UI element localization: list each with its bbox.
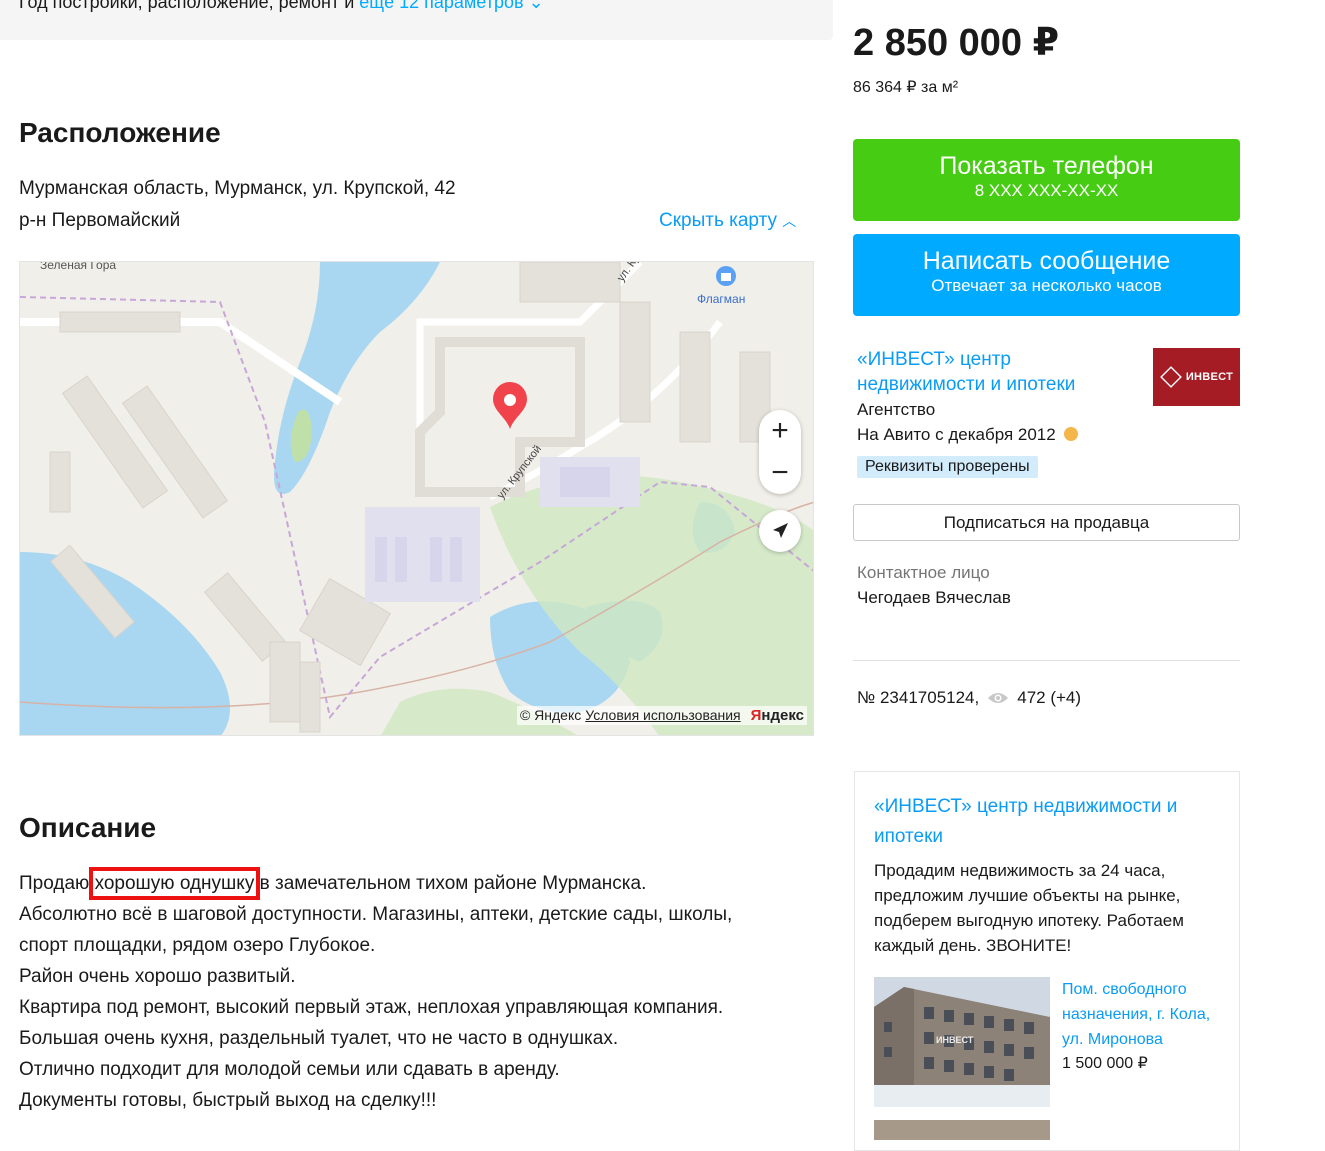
listing-price: 1 500 000 ₽ bbox=[1062, 1055, 1148, 1072]
yandex-logo[interactable]: Яндекс bbox=[751, 707, 804, 724]
map-label-poi: Флагман bbox=[697, 292, 746, 306]
map-label-area: Зелёная Гора bbox=[40, 261, 117, 272]
ad-number: № 2341705124, bbox=[857, 688, 980, 707]
eye-icon bbox=[988, 693, 1009, 703]
description-title: Описание bbox=[19, 812, 157, 843]
zoom-out-button[interactable]: − bbox=[759, 452, 801, 494]
contact-name: Чегодаев Вячеслав bbox=[857, 588, 1011, 607]
chevron-up-icon: ︿ bbox=[782, 213, 797, 229]
description-line: Абсолютно всё в шаговой доступности. Маг… bbox=[19, 904, 733, 925]
params-summary-text: Год постройки, расположение, ремонт и bbox=[19, 0, 355, 12]
district: р-н Первомайский bbox=[19, 210, 181, 231]
map-copyright: © Яндекс bbox=[519, 707, 582, 723]
seller-name-link[interactable]: «ИНВЕСТ» центр недвижимости и ипотеки bbox=[857, 347, 1117, 397]
cube-logo-icon bbox=[1159, 366, 1182, 388]
price: 2 850 000 ₽ bbox=[853, 22, 1060, 64]
show-phone-label: Показать телефон bbox=[939, 152, 1154, 180]
thumbnail-watermark: ИНВЕСТ bbox=[936, 1035, 974, 1045]
navigation-arrow-icon bbox=[773, 523, 788, 538]
promo-text: Продадим недвижимость за 24 часа, предло… bbox=[874, 861, 1184, 955]
description-line: Большая очень кухня, раздельный туалет, … bbox=[19, 1028, 619, 1049]
seller-type: Агентство bbox=[857, 400, 936, 419]
phone-number-masked: 8 XXX XXX-XX-XX bbox=[974, 181, 1119, 200]
geolocation-button[interactable] bbox=[759, 510, 801, 552]
seller-logo[interactable]: ИНВЕСТ bbox=[1153, 348, 1240, 406]
contact-label: Контактное лицо bbox=[857, 563, 990, 582]
more-params-link[interactable]: ещё 12 параметров ⌄ bbox=[359, 0, 543, 12]
divider bbox=[853, 660, 1240, 661]
write-message-button[interactable]: Написать сообщение Отвечает за несколько… bbox=[853, 234, 1240, 316]
map-attribution: © Яндекс Условия использования Яндекс bbox=[516, 706, 807, 725]
description-line: Продаю хорошую однушку в замечательном т… bbox=[19, 867, 647, 900]
highlighted-phrase: хорошую однушку bbox=[88, 867, 261, 900]
description-line: Отлично подходит для молодой семьи или с… bbox=[19, 1059, 560, 1080]
location-title: Расположение bbox=[19, 117, 221, 148]
map-terms-link[interactable]: Условия использования bbox=[585, 707, 740, 723]
seller-since: На Авито с декабря 2012 bbox=[857, 425, 1079, 445]
zoom-control: + − bbox=[759, 410, 801, 494]
listing-title-link[interactable]: Пом. свободного назначения, г. Кола, ул.… bbox=[1062, 977, 1227, 1052]
write-message-label: Написать сообщение bbox=[922, 247, 1171, 275]
description-text: Продаю хорошую однушку в замечательном т… bbox=[19, 867, 819, 1116]
promo-title-link[interactable]: «ИНВЕСТ» центр недвижимости и ипотеки bbox=[874, 792, 1214, 852]
show-phone-button[interactable]: Показать телефон 8 XXX XXX-XX-XX bbox=[853, 139, 1240, 221]
seller-promo-card: «ИНВЕСТ» центр недвижимости и ипотеки Пр… bbox=[854, 771, 1240, 1151]
description-line: Квартира под ремонт, высокий первый этаж… bbox=[19, 997, 724, 1018]
address: Мурманская область, Мурманск, ул. Крупск… bbox=[19, 178, 456, 199]
map-canvas bbox=[20, 262, 813, 735]
description-line: Документы готовы, быстрый выход на сделк… bbox=[19, 1090, 437, 1111]
response-time: Отвечает за несколько часов bbox=[931, 276, 1162, 295]
chevron-down-icon: ⌄ bbox=[528, 0, 544, 12]
listing-thumbnail[interactable]: ИНВЕСТ bbox=[874, 977, 1050, 1107]
map[interactable]: Зелёная Гора Флагман ул. Крупской ул. Кр… bbox=[19, 261, 814, 736]
description-line: спорт площадки, рядом озеро Глубокое. bbox=[19, 935, 376, 956]
params-summary: Год постройки, расположение, ремонт и ещ… bbox=[19, 0, 544, 13]
subscribe-seller-button[interactable]: Подписаться на продавца bbox=[853, 504, 1240, 541]
zoom-in-button[interactable]: + bbox=[759, 410, 801, 452]
verified-badge[interactable]: Реквизиты проверены bbox=[857, 456, 1038, 478]
ad-meta: № 2341705124, 472 (+4) bbox=[857, 688, 1081, 708]
hide-map-link[interactable]: Скрыть карту ︿ bbox=[659, 210, 796, 232]
listing-thumbnail-2[interactable] bbox=[874, 1120, 1050, 1140]
medal-icon bbox=[1064, 427, 1079, 441]
description-line: Район очень хорошо развитый. bbox=[19, 966, 296, 987]
price-per-m2: 86 364 ₽ за м² bbox=[853, 79, 959, 96]
view-count: 472 (+4) bbox=[1017, 688, 1082, 707]
